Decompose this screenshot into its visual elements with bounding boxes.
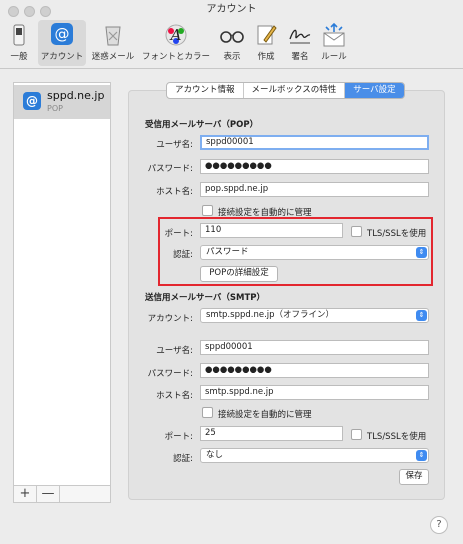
at-sign-icon: @ — [48, 22, 76, 48]
save-button[interactable]: 保存 — [399, 469, 429, 485]
smtp-tls-checkbox[interactable]: TLS/SSLを使用 — [351, 429, 426, 442]
trash-icon — [99, 22, 127, 48]
smtp-auto-manage-checkbox[interactable]: 接続設定を自動的に管理 — [202, 407, 312, 420]
help-button[interactable]: ? — [430, 516, 448, 534]
toolbar-accounts[interactable]: @ アカウント — [38, 20, 86, 66]
tab-account-info[interactable]: アカウント情報 — [167, 83, 244, 98]
toolbar-label: 迷惑メール — [91, 52, 135, 62]
pop-host-field[interactable]: pop.sppd.ne.jp — [200, 182, 429, 197]
toolbar-general[interactable]: 一般 — [4, 20, 34, 66]
smtp-password-field[interactable]: ●●●●●●●●● — [200, 363, 429, 378]
pop-username-label: ユーザ名: — [156, 140, 193, 150]
window-title: アカウント — [206, 4, 257, 15]
account-list-buttons: + — — [13, 485, 111, 503]
rules-icon — [320, 22, 348, 48]
account-at-icon: @ — [23, 92, 41, 110]
pop-host-label: ホスト名: — [156, 187, 193, 197]
account-list-item[interactable]: @ sppd.ne.jp POP — [14, 85, 110, 119]
smtp-host-field[interactable]: smtp.sppd.ne.jp — [200, 385, 429, 400]
tab-server-settings[interactable]: サーバ設定 — [345, 83, 404, 98]
smtp-auth-value: なし — [206, 450, 224, 460]
remove-account-button[interactable]: — — [37, 486, 60, 502]
toolbar: 一般 @ アカウント 迷惑メール A フォントとカラー 表示 作成 署名 ルール — [0, 20, 463, 69]
toolbar-label: アカウント — [40, 52, 84, 62]
pop-tls-label: TLS/SSLを使用 — [367, 229, 427, 239]
pop-advanced-button[interactable]: POPの詳細設定 — [200, 266, 278, 282]
smtp-account-value: smtp.sppd.ne.jp（オフライン） — [206, 310, 335, 320]
zoom-window-button[interactable] — [40, 6, 51, 17]
toolbar-label: ルール — [321, 52, 347, 62]
smtp-section-title: 送信用メールサーバ（SMTP） — [145, 293, 266, 303]
pop-section-title: 受信用メールサーバ（POP） — [145, 120, 259, 130]
smtp-auth-label: 認証: — [173, 454, 193, 464]
tab-mailbox-behaviors[interactable]: メールボックスの特性 — [244, 83, 346, 98]
toolbar-label: 署名 — [291, 52, 309, 62]
chevron-updown-icon: ⇕ — [416, 247, 427, 258]
smtp-username-label: ユーザ名: — [156, 346, 193, 356]
toolbar-label: フォントとカラー — [141, 52, 210, 62]
close-window-button[interactable] — [8, 6, 19, 17]
smtp-password-label: パスワード: — [147, 369, 193, 379]
account-list: @ sppd.ne.jp POP — [13, 82, 111, 503]
toolbar-composing[interactable]: 作成 — [250, 20, 282, 66]
toolbar-label: 表示 — [223, 52, 241, 62]
checkbox-box — [351, 226, 362, 237]
smtp-tls-label: TLS/SSLを使用 — [367, 432, 427, 442]
title-bar: アカウント — [0, 0, 463, 20]
smtp-auth-select[interactable]: なし ⇕ — [200, 448, 429, 463]
toolbar-label: 作成 — [257, 52, 275, 62]
pop-auth-label: 認証: — [173, 250, 193, 260]
checkbox-box — [202, 407, 213, 418]
pop-username-field[interactable]: sppd00001 — [200, 135, 429, 150]
pop-password-label: パスワード: — [147, 164, 193, 174]
smtp-host-label: ホスト名: — [156, 391, 193, 401]
minimize-window-button[interactable] — [24, 6, 35, 17]
glasses-icon — [218, 22, 246, 48]
toolbar-viewing[interactable]: 表示 — [216, 20, 248, 66]
toolbar-rules[interactable]: ルール — [318, 20, 350, 66]
smtp-account-select[interactable]: smtp.sppd.ne.jp（オフライン） ⇕ — [200, 308, 429, 323]
chevron-updown-icon: ⇕ — [416, 450, 427, 461]
account-name: sppd.ne.jp — [47, 89, 105, 102]
preferences-window: アカウント 一般 @ アカウント 迷惑メール A フォントとカラー 表示 作成 … — [0, 0, 463, 544]
switch-icon — [5, 22, 33, 48]
smtp-username-field[interactable]: sppd00001 — [200, 340, 429, 355]
toolbar-fonts-colors[interactable]: A フォントとカラー — [140, 20, 212, 66]
toolbar-junk-mail[interactable]: 迷惑メール — [90, 20, 136, 66]
compose-icon — [252, 22, 280, 48]
font-color-icon: A — [162, 22, 190, 48]
pop-auth-select[interactable]: パスワード ⇕ — [200, 245, 429, 260]
pop-port-label: ポート: — [164, 229, 193, 239]
toolbar-label: 一般 — [10, 52, 28, 62]
add-account-button[interactable]: + — [14, 486, 37, 502]
checkbox-box — [351, 429, 362, 440]
pop-password-field[interactable]: ●●●●●●●●● — [200, 159, 429, 174]
checkbox-box — [202, 205, 213, 216]
signature-icon — [286, 22, 314, 48]
smtp-account-label: アカウント: — [147, 314, 193, 324]
pop-port-field[interactable]: 110 — [200, 223, 343, 238]
pop-tls-checkbox[interactable]: TLS/SSLを使用 — [351, 226, 426, 239]
svg-text:A: A — [169, 26, 182, 44]
pop-auth-value: パスワード — [206, 247, 249, 257]
svg-text:@: @ — [55, 25, 70, 43]
chevron-updown-icon: ⇕ — [416, 310, 427, 321]
tab-bar: アカウント情報 メールボックスの特性 サーバ設定 — [166, 82, 405, 99]
account-type: POP — [47, 104, 63, 113]
smtp-auto-manage-label: 接続設定を自動的に管理 — [218, 410, 312, 420]
smtp-port-field[interactable]: 25 — [200, 426, 343, 441]
toolbar-signatures[interactable]: 署名 — [284, 20, 316, 66]
smtp-port-label: ポート: — [164, 432, 193, 442]
